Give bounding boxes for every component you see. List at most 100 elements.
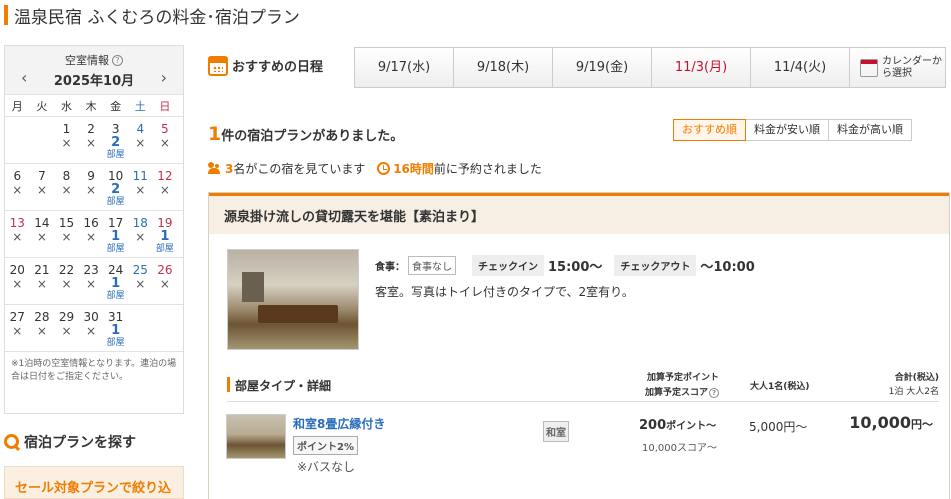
calendar-week: 13 × 14 × 15 × 16 × 17 1 部屋 18 × 19 1 部屋 <box>5 211 183 258</box>
unavailable-mark: × <box>61 324 72 338</box>
search-icon <box>4 434 20 450</box>
calendar-day: 15 × <box>54 216 79 257</box>
day-number: 29 <box>58 310 75 324</box>
adult-price: 5,000円〜 <box>749 420 808 434</box>
day-number: 18 <box>132 216 148 230</box>
sort-options: おすすめ順 料金が安い順 料金が高い順 <box>673 119 912 141</box>
unavailable-mark: × <box>135 230 146 244</box>
plan-meta: 食事： 食事なし チェックイン 15:00〜 チェックアウト 〜10:00 <box>375 255 767 276</box>
plan-card: 源泉掛け流しの貸切露天を堪能【素泊まり】 食事： 食事なし チェックイン 15:… <box>208 192 950 499</box>
calendar-day: 20 × <box>5 263 30 304</box>
recommended-schedule-text: おすすめの日程 <box>232 60 324 75</box>
calendar-day <box>153 310 178 351</box>
unavailable-mark: × <box>12 277 23 291</box>
calendar-day: 25 × <box>128 263 153 304</box>
day-number: 10 <box>108 169 124 183</box>
rooms-unit: 部屋 <box>106 150 125 160</box>
day-number: 9 <box>87 169 95 183</box>
calendar-day: 4 × <box>128 122 153 163</box>
result-count-number: 1 <box>208 123 222 145</box>
calendar-day: 16 × <box>79 216 104 257</box>
date-tab[interactable]: 9/17(水) <box>354 47 453 88</box>
room-header-accent <box>227 377 230 392</box>
unavailable-mark: × <box>135 183 146 197</box>
total-header-sub: 1泊 大人2名 <box>888 387 939 397</box>
calendar-day <box>5 122 30 163</box>
date-tab[interactable]: 9/19(金) <box>552 47 651 88</box>
room-points-unit: ポイント〜 <box>666 421 717 432</box>
calendar-title-label: 空室情報 <box>65 54 109 67</box>
day-number: 25 <box>132 263 148 277</box>
sale-filter-button[interactable]: セール対象プランで絞り込む <box>4 466 184 499</box>
day-number: 4 <box>136 122 145 136</box>
date-tab[interactable]: 11/3(月) <box>651 47 750 88</box>
room-name-link[interactable]: 和室8畳広縁付き <box>293 415 385 432</box>
people-icon <box>208 162 222 174</box>
total-price-unit: 円〜 <box>911 418 933 431</box>
calendar-day: 6 × <box>5 169 30 210</box>
calendar-weekday-row: 月火水木金土日 <box>5 95 183 117</box>
plan-photo[interactable] <box>227 249 359 350</box>
date-tab[interactable]: 11/4(火) <box>750 47 849 88</box>
rooms-unit: 部屋 <box>106 197 125 207</box>
calendar-day: 7 × <box>30 169 55 210</box>
calendar-month: 2025年10月 <box>53 74 135 89</box>
day-number: 24 <box>108 263 124 277</box>
calendar-day[interactable]: 17 1 部屋 <box>103 216 128 257</box>
calendar-day[interactable]: 31 1 部屋 <box>103 310 128 351</box>
day-number: 20 <box>9 263 25 277</box>
sort-option[interactable]: 料金が安い順 <box>746 119 829 141</box>
total-price-value: 10,000 <box>849 413 911 432</box>
unavailable-mark: × <box>135 136 146 150</box>
score-help-icon[interactable]: ? <box>709 388 720 398</box>
calendar-day: 30 × <box>79 310 104 351</box>
rooms-available: 1 <box>160 229 170 244</box>
calendar-day[interactable]: 24 1 部屋 <box>103 263 128 304</box>
help-icon[interactable]: ? <box>112 55 123 66</box>
day-number: 28 <box>34 310 50 324</box>
unavailable-mark: × <box>36 277 47 291</box>
calendar-select-button[interactable]: カレンダーから選択 <box>849 47 946 88</box>
room-score: 10,000スコア〜 <box>642 443 717 454</box>
calendar-day[interactable]: 3 2 部屋 <box>103 122 128 163</box>
rooms-available: 1 <box>111 229 121 244</box>
room-type-header: 部屋タイプ・詳細 <box>235 379 332 393</box>
title-accent-bar <box>4 5 8 25</box>
date-tab[interactable]: 9/18(木) <box>453 47 552 88</box>
calendar-day: 2 × <box>79 122 104 163</box>
sort-option[interactable]: 料金が高い順 <box>829 119 912 141</box>
sort-option[interactable]: おすすめ順 <box>673 119 746 141</box>
day-number: 8 <box>62 169 71 183</box>
checkin-value: 15:00〜 <box>548 260 603 275</box>
unavailable-mark: × <box>61 183 72 197</box>
calendar-week: 27 × 28 × 29 × 30 × 31 1 部屋 <box>5 305 183 352</box>
page-title: 温泉民宿 ふくむろの料金･宿泊プラン <box>14 8 300 28</box>
next-month-button[interactable]: › <box>161 68 167 87</box>
day-number: 19 <box>157 216 173 230</box>
room-photo[interactable] <box>226 414 286 459</box>
points-badge: ポイント2% <box>293 436 358 455</box>
total-header-label: 合計(税込) <box>894 373 939 383</box>
page-header: 温泉民宿 ふくむろの料金･宿泊プラン <box>0 0 951 30</box>
search-plans-label: 宿泊プランを探す <box>24 435 136 451</box>
day-number: 11 <box>132 169 148 183</box>
day-number: 16 <box>83 216 99 230</box>
calendar-day[interactable]: 19 1 部屋 <box>153 216 178 257</box>
unavailable-mark: × <box>36 183 47 197</box>
day-number: 1 <box>62 122 71 136</box>
day-number: 12 <box>157 169 173 183</box>
calendar-day[interactable]: 10 2 部屋 <box>103 169 128 210</box>
rooms-unit: 部屋 <box>106 291 125 301</box>
calendar-day <box>128 310 153 351</box>
room-divider <box>227 401 939 402</box>
unavailable-mark: × <box>159 277 170 291</box>
calendar-select-label: カレンダーから選択 <box>882 55 942 79</box>
plan-title[interactable]: 源泉掛け流しの貸切露天を堪能【素泊まり】 <box>209 193 949 234</box>
clock-icon <box>377 162 391 175</box>
last-booking-time: 16時間 <box>393 162 434 176</box>
day-number: 26 <box>157 263 173 277</box>
points-header: 加算予定ポイント <box>647 373 720 383</box>
result-count: 1件の宿泊プランがありました。 <box>208 123 403 145</box>
calendar-day: 11 × <box>128 169 153 210</box>
calendar-day: 12 × <box>153 169 178 210</box>
